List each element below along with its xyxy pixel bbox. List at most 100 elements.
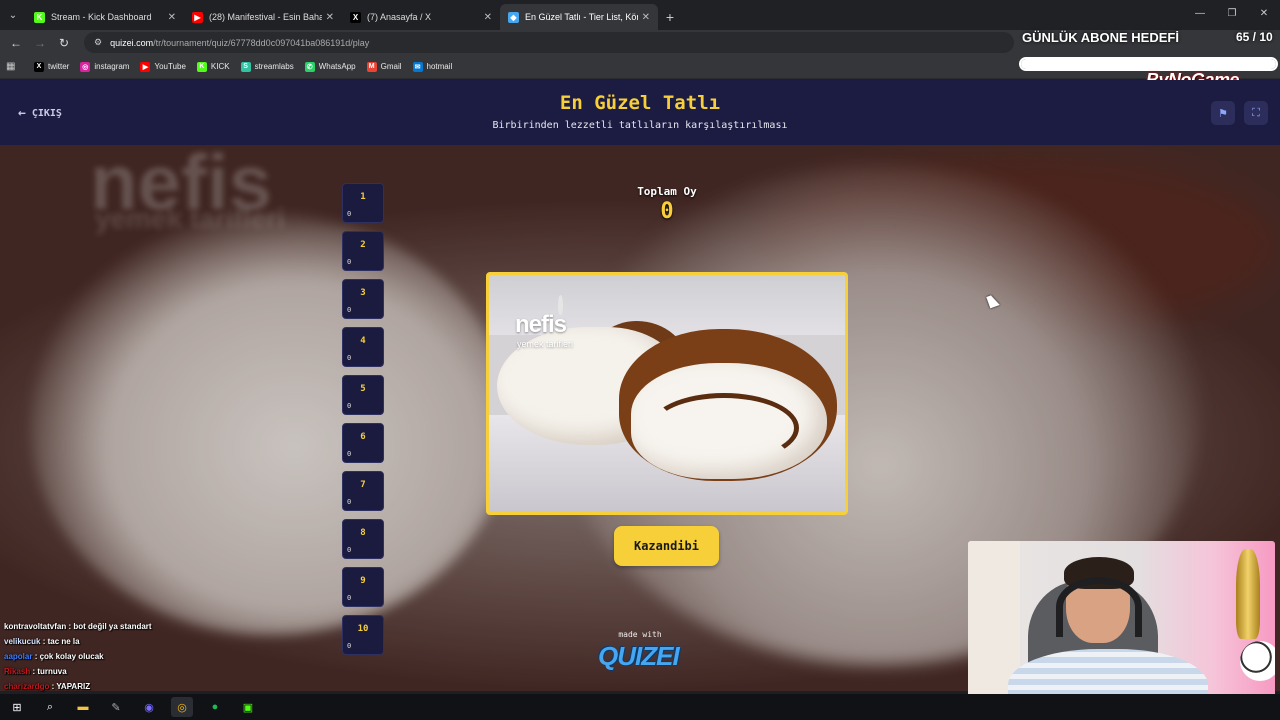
item-image-card[interactable]: nefis yemek tarifleri	[486, 272, 848, 515]
bookmark-item[interactable]: Sstreamlabs	[240, 61, 294, 72]
photo-cake-swirl	[649, 393, 799, 463]
bookmark-item[interactable]: ✉ hotmail	[412, 61, 453, 72]
bookmark-item[interactable]: ◎ instagram	[80, 61, 129, 72]
rank-votes: 0	[347, 402, 352, 410]
x-icon: X	[34, 61, 44, 72]
webcam-football	[1240, 641, 1275, 681]
bookmark-label: hotmail	[426, 62, 453, 71]
chat-text: çok kolay olucak	[39, 652, 104, 661]
chrome-icon[interactable]: ◎	[171, 697, 193, 717]
item-name-button[interactable]: Kazandibi	[614, 526, 719, 566]
rank-number: 3	[360, 288, 366, 298]
bookmark-label: KICK	[210, 62, 230, 71]
instagram-icon: ◎	[80, 61, 91, 72]
youtube-icon: ▶	[140, 61, 151, 72]
rank-number: 5	[360, 384, 366, 394]
browser-tab[interactable]: ◆ En Güzel Tatlı - Tier List, Kör Sır ✕	[500, 4, 658, 30]
close-tab-icon[interactable]: ✕	[642, 12, 650, 23]
rank-votes: 0	[347, 546, 352, 554]
rank-number: 7	[360, 480, 366, 490]
close-tab-icon[interactable]: ✕	[326, 12, 334, 23]
spotify-icon[interactable]: ●	[204, 697, 226, 717]
chat-text: turnuva	[37, 667, 67, 676]
photo-watermark-sub: yemek tarifleri	[517, 339, 574, 349]
quiz-subtitle: Birbirinden lezzetli tatlıların karşılaş…	[492, 120, 788, 131]
restore-icon[interactable]: ❐	[1216, 0, 1248, 28]
rank-votes: 0	[347, 594, 352, 602]
chat-username: velikucuk	[4, 637, 41, 646]
fullscreen-button[interactable]: ⛶	[1244, 101, 1268, 125]
flag-icon: ⚑	[1218, 107, 1228, 120]
photo-watermark: nefis	[515, 311, 567, 338]
browser-tab[interactable]: X (7) Anasayfa / X ✕	[342, 4, 500, 30]
close-window-icon[interactable]: ✕	[1248, 0, 1280, 28]
minimize-icon[interactable]: —	[1184, 0, 1216, 28]
search-icon[interactable]: ⌕	[39, 697, 61, 717]
url-field[interactable]: ⚙ quizei.com/tr/tournament/quiz/67778dd0…	[84, 32, 1014, 53]
browser-tab[interactable]: K Stream - Kick Dashboard ✕	[26, 4, 184, 30]
bookmark-label: YouTube	[154, 62, 186, 71]
app-icon[interactable]: ✎	[105, 697, 127, 717]
whatsapp-icon: ✆	[304, 61, 315, 72]
chat-username: kontravoltatvfan	[4, 622, 67, 631]
bookmark-item[interactable]: ✆ WhatsApp	[304, 61, 356, 72]
subscriber-goal-bar	[1019, 57, 1278, 71]
rank-slot: 20	[342, 231, 384, 271]
reload-icon[interactable]: ↻	[52, 36, 76, 50]
rank-votes: 0	[347, 306, 352, 314]
rank-slot: 50	[342, 375, 384, 415]
webcam-feed	[968, 541, 1275, 714]
bookmark-label: Gmail	[380, 62, 402, 71]
bookmark-item[interactable]: K KICK	[196, 61, 230, 72]
kick-app-icon[interactable]: ▣	[237, 697, 259, 717]
apps-grid-icon[interactable]: ▦	[6, 61, 22, 72]
discord-icon[interactable]: ◉	[138, 697, 160, 717]
kick-icon: K	[34, 11, 45, 23]
rank-number: 9	[360, 576, 366, 586]
total-votes-value: 0	[660, 199, 674, 224]
fullscreen-icon: ⛶	[1252, 106, 1260, 119]
chat-message: Rikash : turnuva	[4, 667, 67, 676]
rank-slot: 60	[342, 423, 384, 463]
new-tab-icon[interactable]: +	[658, 4, 682, 30]
rank-number: 10	[357, 624, 369, 634]
chat-message: charizardgo : YAPARIZ	[4, 682, 91, 691]
stream-chat-overlay: kontravoltatvfan : bot değil ya standart…	[4, 619, 304, 694]
windows-start-icon[interactable]: ⊞	[6, 697, 28, 717]
rank-slot: 10 0	[342, 615, 384, 655]
tab-search-icon[interactable]: ⌄	[0, 0, 26, 30]
chat-username: aapolar	[4, 652, 33, 661]
rank-votes: 0	[347, 642, 352, 650]
chat-username: Rikash	[4, 667, 31, 676]
bookmark-item[interactable]: ▶ YouTube	[140, 61, 186, 72]
windows-taskbar: ⊞ ⌕ ▬ ✎ ◉ ◎ ● ▣	[0, 694, 1280, 720]
quiz-title: En Güzel Tatlı	[559, 92, 721, 114]
close-tab-icon[interactable]: ✕	[484, 12, 492, 23]
streamlabs-icon: S	[240, 61, 251, 72]
bookmark-item[interactable]: Xtwitter	[34, 61, 69, 72]
window-controls: — ❐ ✕	[1184, 0, 1280, 28]
forward-icon[interactable]: →	[28, 36, 52, 50]
browser-tab[interactable]: ▶ (28) Manifestival - Esin Bahat Ile ✕	[184, 4, 342, 30]
bookmark-item[interactable]: M Gmail	[366, 61, 402, 72]
back-icon[interactable]: ←	[4, 36, 28, 50]
chat-message: aapolar : çok kolay olucak	[4, 652, 104, 661]
rank-slot: 40	[342, 327, 384, 367]
subscriber-goal-count: 65 / 10	[1236, 30, 1273, 44]
rank-slot: 80	[342, 519, 384, 559]
report-flag-button[interactable]: ⚑	[1211, 101, 1235, 125]
tab-title: Stream - Kick Dashboard	[51, 12, 152, 22]
quizei-icon: ◆	[508, 11, 519, 23]
quizei-logo[interactable]: QUIZEI	[598, 641, 680, 672]
chat-text: YAPARIZ	[56, 682, 91, 691]
chat-message: kontravoltatvfan : bot değil ya standart	[4, 622, 152, 631]
youtube-icon: ▶	[192, 11, 203, 23]
file-explorer-icon[interactable]: ▬	[72, 697, 94, 717]
close-tab-icon[interactable]: ✕	[168, 12, 176, 23]
site-info-icon[interactable]: ⚙	[94, 37, 102, 48]
webcam-trophy	[1236, 549, 1260, 639]
x-icon: X	[350, 11, 361, 23]
chat-username: charizardgo	[4, 682, 50, 691]
chat-message: velikucuk : tac ne la	[4, 637, 80, 646]
rank-number: 8	[360, 528, 366, 538]
